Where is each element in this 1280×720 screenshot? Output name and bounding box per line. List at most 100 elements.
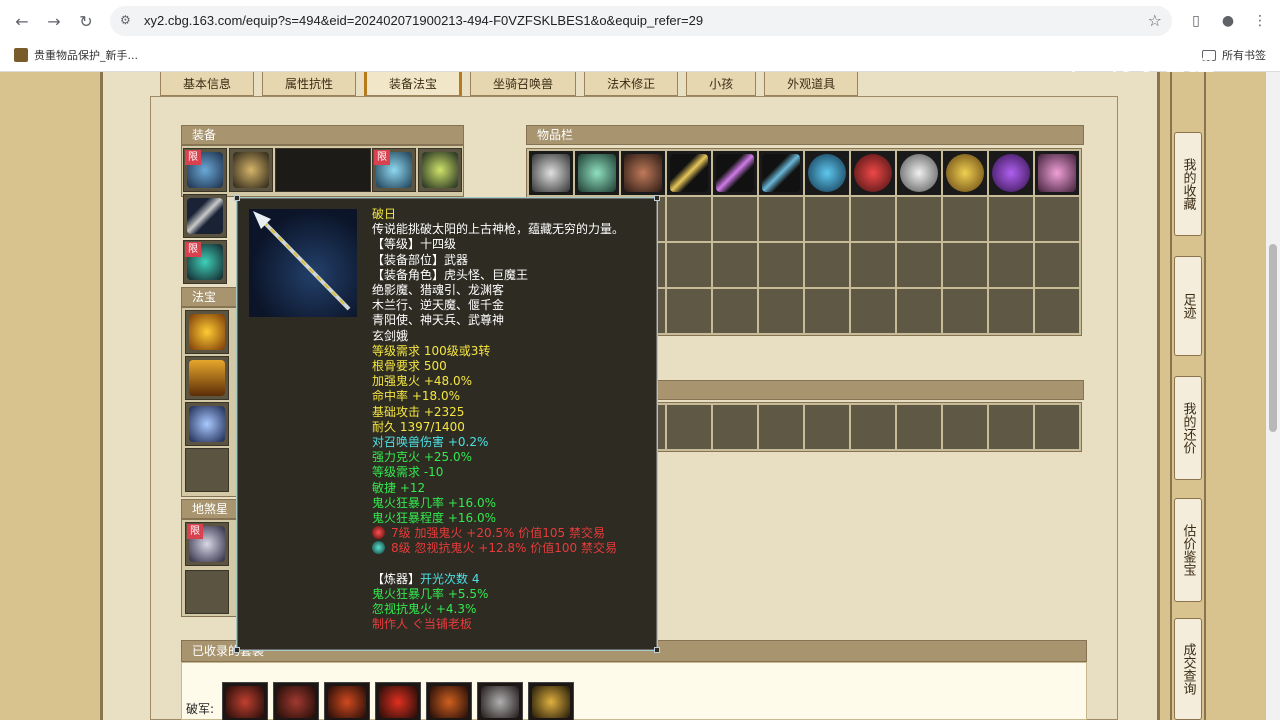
side-panel-icon[interactable]: ▯: [1184, 9, 1208, 33]
inventory-slot[interactable]: [667, 243, 711, 287]
inventory-slot[interactable]: [759, 289, 803, 333]
storage-slot[interactable]: [851, 405, 895, 449]
storage-slot[interactable]: [667, 405, 711, 449]
inventory-slot[interactable]: [851, 197, 895, 241]
set-item[interactable]: [222, 682, 268, 720]
inventory-slot[interactable]: [943, 197, 987, 241]
tab-spell-mods[interactable]: 法术修正: [584, 72, 679, 96]
equip-slot-armor[interactable]: 限: [372, 148, 416, 192]
stat-line: 【装备角色】虎头怪、巨魔王: [372, 267, 529, 282]
refine-count: 开光次数 4: [420, 571, 480, 586]
inventory-item[interactable]: [759, 151, 803, 195]
set-item-icon: [532, 686, 570, 718]
inventory-slot[interactable]: [897, 289, 941, 333]
equip-slot-helmet[interactable]: 限: [183, 148, 227, 192]
forward-arrow-icon[interactable]: →: [42, 9, 66, 33]
site-info-icon[interactable]: ⚙: [120, 13, 136, 29]
address-bar[interactable]: ⚙ xy2.cbg.163.com/equip?s=494&eid=202402…: [110, 6, 1172, 36]
set-item[interactable]: [273, 682, 319, 720]
tab-cosmetics[interactable]: 外观道具: [764, 72, 859, 96]
inventory-item[interactable]: [897, 151, 941, 195]
set-item[interactable]: [426, 682, 472, 720]
treasure-slot-2[interactable]: [185, 356, 229, 400]
inventory-item[interactable]: [529, 151, 573, 195]
tab-child[interactable]: 小孩: [686, 72, 757, 96]
storage-slot[interactable]: [897, 405, 941, 449]
inventory-item[interactable]: [1035, 151, 1079, 195]
inventory-slot[interactable]: [805, 197, 849, 241]
inventory-item[interactable]: [851, 151, 895, 195]
inventory-item[interactable]: [989, 151, 1033, 195]
inventory-item[interactable]: [713, 151, 757, 195]
sidebar-item-appraisal[interactable]: 估价鉴宝: [1174, 498, 1202, 602]
inventory-slot[interactable]: [713, 289, 757, 333]
scroll-thumb[interactable]: [1269, 244, 1277, 432]
page-scrollbar[interactable]: [1266, 72, 1280, 720]
inventory-item[interactable]: [943, 151, 987, 195]
inventory-slot[interactable]: [713, 243, 757, 287]
inventory-slot[interactable]: [1035, 243, 1079, 287]
set-item[interactable]: [375, 682, 421, 720]
inventory-slot[interactable]: [759, 197, 803, 241]
inventory-item[interactable]: [667, 151, 711, 195]
set-item[interactable]: [528, 682, 574, 720]
inventory-slot[interactable]: [713, 197, 757, 241]
sidebar-item-transactions[interactable]: 成交查询: [1174, 618, 1202, 720]
tab-attributes[interactable]: 属性抗性: [262, 72, 357, 96]
tab-equipment[interactable]: 装备法宝: [364, 72, 463, 96]
inventory-slot[interactable]: [989, 289, 1033, 333]
inventory-item[interactable]: [575, 151, 619, 195]
sidebar-item-counteroffers[interactable]: 我的还价: [1174, 376, 1202, 480]
item-icon: [992, 154, 1030, 192]
equip-slot-belt[interactable]: [418, 148, 462, 192]
tab-mounts-pets[interactable]: 坐骑召唤兽: [470, 72, 577, 96]
all-bookmarks-label: 所有书签: [1222, 49, 1266, 62]
tab-basic-info[interactable]: 基本信息: [160, 72, 255, 96]
inventory-slot[interactable]: [1035, 197, 1079, 241]
menu-kebab-icon[interactable]: ⋮: [1248, 9, 1272, 33]
item-tooltip: 破日 传说能挑破太阳的上古神枪，蕴藏无穷的力量。 【等级】十四级 【装备部位】武…: [234, 195, 660, 653]
storage-slot[interactable]: [713, 405, 757, 449]
treasure-slot-3[interactable]: [185, 402, 229, 446]
bookmark-star-icon[interactable]: ☆: [1148, 11, 1162, 30]
equip-slot-weapon[interactable]: [183, 194, 227, 238]
inventory-item[interactable]: [805, 151, 849, 195]
sidebar-item-favorites[interactable]: 我的收藏: [1174, 132, 1202, 236]
equip-slot-necklace[interactable]: [229, 148, 273, 192]
inventory-slot[interactable]: [943, 289, 987, 333]
treasure-slot-4[interactable]: [185, 448, 229, 492]
star-slot-2[interactable]: [185, 570, 229, 614]
storage-slot[interactable]: [1035, 405, 1079, 449]
equip-slot-character[interactable]: [275, 148, 371, 192]
inventory-slot[interactable]: [805, 289, 849, 333]
inventory-slot[interactable]: [989, 197, 1033, 241]
inventory-slot[interactable]: [851, 289, 895, 333]
reload-icon[interactable]: ↻: [74, 9, 98, 33]
inventory-item[interactable]: [621, 151, 665, 195]
sidebar-item-footprints[interactable]: 足迹: [1174, 256, 1202, 356]
profile-avatar-icon[interactable]: ●: [1216, 9, 1240, 33]
inventory-slot[interactable]: [897, 197, 941, 241]
inventory-slot[interactable]: [805, 243, 849, 287]
inventory-slot[interactable]: [943, 243, 987, 287]
star-slot-1[interactable]: 限: [185, 522, 229, 566]
bookmark-item[interactable]: 贵重物品保护_新手...: [14, 47, 138, 63]
inventory-slot[interactable]: [1035, 289, 1079, 333]
inventory-slot[interactable]: [667, 197, 711, 241]
storage-slot[interactable]: [805, 405, 849, 449]
equip-slot-shoes[interactable]: 限: [183, 240, 227, 284]
treasure-slot-1[interactable]: [185, 310, 229, 354]
storage-slot[interactable]: [943, 405, 987, 449]
inventory-slot[interactable]: [989, 243, 1033, 287]
inventory-slot[interactable]: [667, 289, 711, 333]
storage-slot[interactable]: [989, 405, 1033, 449]
back-arrow-icon[interactable]: ←: [10, 9, 34, 33]
set-item[interactable]: [324, 682, 370, 720]
inventory-slot[interactable]: [759, 243, 803, 287]
inventory-slot[interactable]: [851, 243, 895, 287]
set-item[interactable]: [477, 682, 523, 720]
storage-slot[interactable]: [759, 405, 803, 449]
item-icon: [578, 154, 616, 192]
url-text[interactable]: xy2.cbg.163.com/equip?s=494&eid=20240207…: [144, 13, 703, 28]
inventory-slot[interactable]: [897, 243, 941, 287]
